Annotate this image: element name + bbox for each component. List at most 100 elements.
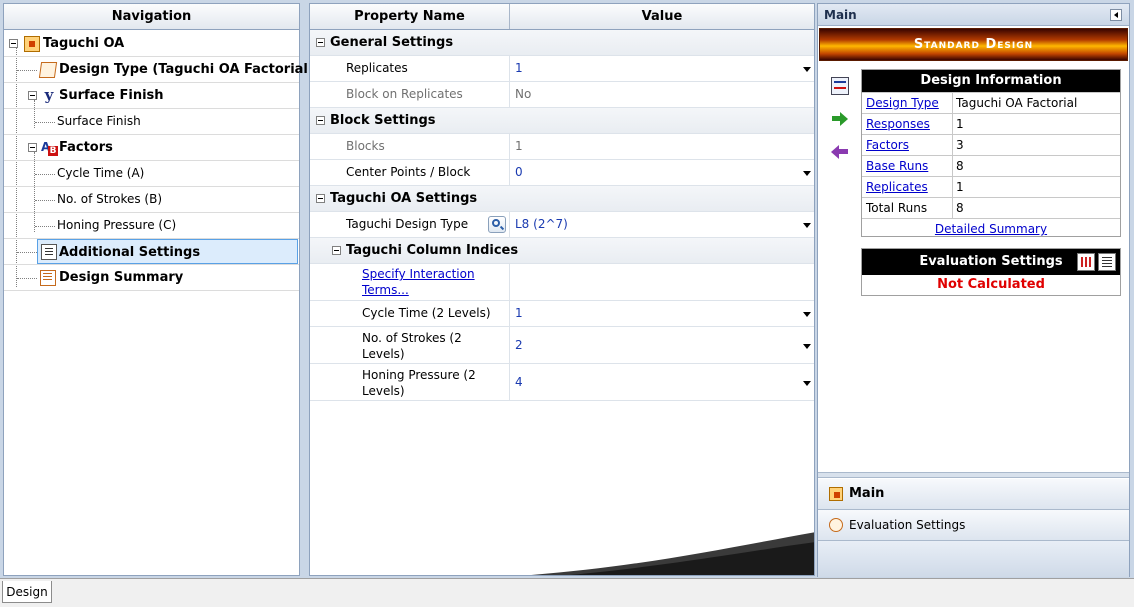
detailed-summary-link[interactable]: Detailed Summary — [935, 222, 1047, 236]
property-value: 1 — [515, 306, 523, 320]
replicates-link[interactable]: Replicates — [866, 177, 928, 197]
design-info-value: Taguchi OA Factorial — [956, 96, 1078, 110]
cycle-time-column-dropdown[interactable]: 1 — [510, 301, 814, 326]
response-y-icon: y — [44, 86, 54, 104]
property-row-cycle-time-levels[interactable]: Cycle Time (2 Levels) 1 — [310, 301, 814, 327]
nav-item-taguchi-oa[interactable]: Taguchi OA — [4, 31, 299, 57]
collapse-toggle-icon[interactable] — [28, 143, 37, 152]
collapse-panel-icon[interactable] — [1110, 9, 1122, 21]
honing-column-dropdown[interactable]: 4 — [510, 364, 814, 400]
specify-interaction-terms-link[interactable]: Terms... — [362, 282, 409, 298]
evaluation-settings-icon — [829, 518, 843, 532]
dropdown-arrow-icon[interactable] — [803, 223, 811, 228]
dropdown-arrow-icon[interactable] — [803, 312, 811, 317]
center-points-dropdown[interactable]: 0 — [510, 160, 814, 185]
nav-item-factors[interactable]: AB Factors — [4, 135, 299, 161]
right-panel-header: Main — [818, 4, 1129, 26]
total-runs-label: Total Runs — [866, 201, 928, 215]
category-label: General Settings — [330, 35, 454, 50]
property-row-center-points[interactable]: Center Points / Block 0 — [310, 160, 814, 186]
responses-link[interactable]: Responses — [866, 114, 930, 134]
taguchi-design-type-dropdown[interactable]: L8 (2^7) — [510, 212, 814, 237]
nav-item-design-summary[interactable]: Design Summary — [4, 265, 299, 291]
nav-item-cycle-time[interactable]: Cycle Time (A) — [4, 161, 299, 187]
specify-interaction-terms-link[interactable]: Specify Interaction — [362, 266, 475, 282]
design-info-value: 1 — [956, 117, 964, 131]
evaluation-settings-table: Evaluation Settings Not Calculated — [861, 248, 1121, 296]
replicates-dropdown[interactable]: 1 — [510, 56, 814, 81]
collapse-toggle-icon[interactable] — [9, 39, 18, 48]
property-value: 0 — [515, 165, 523, 179]
accordion-footer — [818, 541, 1129, 577]
evaluation-matrix-icon[interactable] — [1077, 253, 1095, 271]
design-type-lookup-button[interactable] — [488, 216, 506, 233]
category-block-settings[interactable]: Block Settings — [310, 108, 814, 134]
category-taguchi-column-indices[interactable]: Taguchi Column Indices — [310, 238, 814, 264]
nav-item-design-type[interactable]: Design Type (Taguchi OA Factorial) — [4, 57, 314, 83]
property-grid: Property Name Value General Settings Rep… — [309, 3, 815, 576]
nav-item-label: Factors — [59, 140, 113, 155]
navigation-header: Navigation — [4, 4, 299, 30]
evaluation-status: Not Calculated — [937, 277, 1045, 292]
magnifier-icon — [492, 219, 500, 227]
arrow-right-icon[interactable] — [831, 110, 849, 128]
design-info-value: 8 — [956, 159, 964, 173]
property-row-blocks: Blocks 1 — [310, 134, 814, 160]
property-value: 4 — [515, 375, 523, 389]
collapse-toggle-icon[interactable] — [332, 246, 341, 255]
decorative-swoosh — [531, 532, 814, 575]
collapse-toggle-icon[interactable] — [28, 91, 37, 100]
property-value: L8 (2^7) — [515, 217, 568, 231]
design-info-row: Replicates 1 — [862, 176, 1120, 197]
nav-item-surface-finish-response[interactable]: Surface Finish — [4, 109, 299, 135]
design-icon[interactable] — [831, 77, 849, 95]
property-row-strokes-levels[interactable]: No. of Strokes (2 Levels) 2 — [310, 327, 814, 364]
nav-item-honing-pressure[interactable]: Honing Pressure (C) — [4, 213, 299, 239]
right-panel-title: Main — [824, 8, 857, 22]
property-label: Cycle Time (2 Levels) — [362, 306, 491, 320]
design-info-row: Total Runs 8 — [862, 197, 1120, 218]
nav-item-label: Taguchi OA — [43, 36, 125, 51]
value-column-header[interactable]: Value — [510, 4, 814, 29]
nav-item-no-of-strokes[interactable]: No. of Strokes (B) — [4, 187, 299, 213]
arrow-left-icon[interactable] — [831, 143, 849, 161]
design-info-value: 1 — [956, 180, 964, 194]
design-summary-icon — [40, 270, 56, 286]
accordion-evaluation-settings[interactable]: Evaluation Settings — [818, 510, 1129, 541]
category-taguchi-oa-settings[interactable]: Taguchi OA Settings — [310, 186, 814, 212]
collapse-toggle-icon[interactable] — [316, 116, 325, 125]
property-label: Blocks — [346, 139, 385, 153]
dropdown-arrow-icon[interactable] — [803, 381, 811, 386]
design-info-row: Design Type Taguchi OA Factorial — [862, 92, 1120, 113]
strokes-column-dropdown[interactable]: 2 — [510, 327, 814, 363]
evaluation-list-icon[interactable] — [1098, 253, 1116, 271]
category-label: Taguchi Column Indices — [346, 243, 519, 258]
property-row-taguchi-design-type[interactable]: Taguchi Design Type L8 (2^7) — [310, 212, 814, 238]
category-general-settings[interactable]: General Settings — [310, 30, 814, 56]
dropdown-arrow-icon[interactable] — [803, 171, 811, 176]
nav-item-surface-finish[interactable]: y Surface Finish — [4, 83, 299, 109]
dropdown-arrow-icon[interactable] — [803, 344, 811, 349]
accordion-main[interactable]: Main — [818, 479, 1129, 510]
accordion-label: Evaluation Settings — [849, 518, 966, 532]
factors-link[interactable]: Factors — [866, 135, 909, 155]
nav-item-label: Cycle Time (A) — [57, 166, 145, 180]
design-information-table: Design Information Design Type Taguchi O… — [861, 69, 1121, 237]
nav-item-additional-settings[interactable]: Additional Settings — [37, 239, 298, 264]
tab-design[interactable]: Design — [2, 581, 52, 603]
design-info-value: 3 — [956, 138, 964, 152]
property-row-honing-levels[interactable]: Honing Pressure (2 Levels) 4 — [310, 364, 814, 401]
design-type-link[interactable]: Design Type — [866, 93, 939, 113]
collapse-toggle-icon[interactable] — [316, 194, 325, 203]
design-info-row: Detailed Summary — [862, 218, 1120, 239]
base-runs-link[interactable]: Base Runs — [866, 156, 928, 176]
nav-item-label: Surface Finish — [57, 114, 141, 128]
dropdown-arrow-icon[interactable] — [803, 67, 811, 72]
property-label: Honing Pressure (2 — [362, 368, 476, 382]
collapse-toggle-icon[interactable] — [316, 38, 325, 47]
property-value: 1 — [515, 61, 523, 75]
property-name-column-header[interactable]: Property Name — [310, 4, 510, 29]
property-row-replicates[interactable]: Replicates 1 — [310, 56, 814, 82]
panel-splitter[interactable] — [818, 472, 1129, 478]
property-row-block-on-replicates: Block on Replicates No — [310, 82, 814, 108]
